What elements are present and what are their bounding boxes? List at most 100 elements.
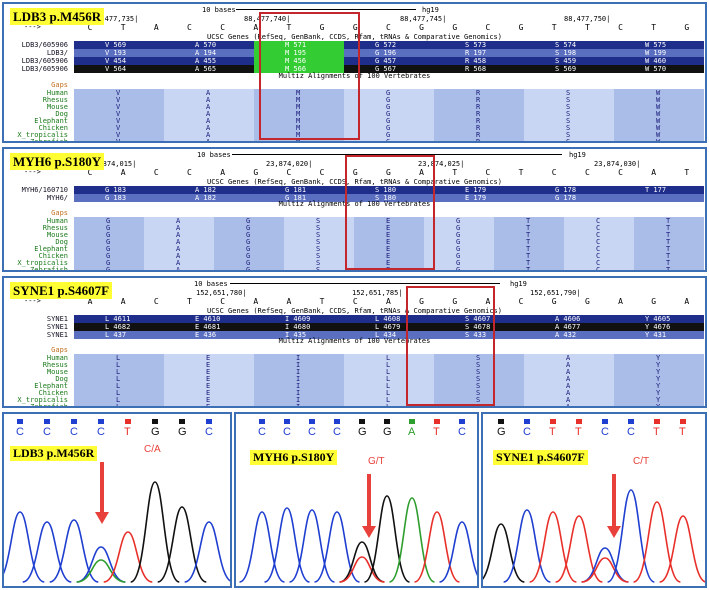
base-letter: G (651, 297, 657, 306)
codon-label: A 4606 (555, 315, 581, 323)
codon-label: A 570 (195, 41, 217, 49)
base-letter: T (551, 23, 557, 32)
amino-acid: A (566, 403, 571, 408)
codon-label: A 194 (195, 49, 217, 57)
gaps-label: Gaps (51, 209, 68, 217)
base-letter: C (220, 23, 226, 32)
codon-label: V 569 (105, 41, 127, 49)
base-letter: T (518, 168, 524, 177)
base-letter: T (120, 23, 126, 32)
codon-label: W 575 (645, 41, 667, 49)
amino-acid: T (666, 266, 671, 272)
base-letter: A (120, 297, 126, 306)
amino-acid: L (116, 403, 121, 408)
amino-acid: W (656, 138, 661, 143)
trace-peak-g (157, 506, 207, 583)
amino-acid: L (386, 403, 391, 408)
amino-acid: A (176, 266, 181, 272)
base-letter: A (684, 297, 690, 306)
mutation-highlight-box (259, 12, 360, 140)
base-letter: A (120, 168, 126, 177)
amino-acid: E (206, 403, 211, 408)
base-letter: G (253, 168, 259, 177)
trace-peak-g (130, 481, 180, 583)
base-letter: T (684, 168, 690, 177)
codon-label: S 573 (465, 41, 487, 49)
syne1-genome-panel: SYNE1 p.S4607F 10 bases hg19 152,651,780… (2, 276, 707, 408)
species-name: Zebrafish (30, 138, 68, 143)
trace-peak-g (483, 523, 525, 583)
gaps-label: Gaps (51, 81, 68, 89)
track-name: LDB3/605906 (21, 57, 68, 65)
codon-label: G 178 (555, 186, 577, 194)
codon-label: G 457 (375, 57, 397, 65)
track-name: MYH6/160710 (21, 186, 68, 194)
codon-label: L 4611 (105, 315, 131, 323)
base-letter: C (618, 23, 623, 32)
base-letter: C (386, 23, 391, 32)
genes-track-title: UCSC Genes (RefSeq, GenBank, CCDS, Rfam,… (206, 307, 502, 315)
codon-label: E 4610 (195, 315, 221, 323)
amino-acid: R (476, 138, 481, 143)
codon-label: W 460 (645, 57, 667, 65)
codon-label: I 4680 (285, 323, 311, 331)
codon-label: S 574 (555, 41, 577, 49)
gaps-label: Gaps (51, 346, 68, 354)
trace-peak-t (414, 511, 460, 583)
codon-label: E 4681 (195, 323, 221, 331)
amino-acid: G (456, 266, 461, 272)
base-letter: C (220, 297, 226, 306)
base-letter: T (651, 23, 657, 32)
gene-track-bar: V 569 A 570 M 571 G 572 S 573 S 574 W 575 (74, 41, 704, 49)
mutation-arrow-head (362, 526, 376, 538)
amino-acid: S (316, 266, 321, 272)
base-letter: A (153, 23, 159, 32)
gene-track-bar: L 4682 E 4681 I 4680 L 4679 S 4678 A 4677 Y 46… (74, 323, 704, 331)
track-name: LDB3/ (46, 49, 68, 57)
gene-label: SYNE1 p.S4607F (10, 282, 113, 299)
trace-peak-c (439, 521, 477, 583)
trace-peak-t (103, 531, 153, 583)
codon-label: L 4679 (375, 323, 401, 331)
codon-label: A 4677 (555, 323, 581, 331)
codon-label: G 196 (375, 49, 397, 57)
codon-label: W 199 (645, 49, 667, 57)
codon-label: V 193 (105, 49, 127, 57)
codon-label: R 197 (465, 49, 487, 57)
chromatogram-ldb3: CCCCTGGC LDB3 p.M456R C/A (2, 412, 232, 588)
amino-acid: S (566, 138, 571, 143)
base-letter: A (386, 297, 391, 306)
chromatogram-trace (239, 474, 477, 583)
amino-acid: V (116, 138, 121, 143)
base-letter: C (319, 168, 325, 177)
amino-acid: A (206, 138, 211, 143)
base-letter: C (153, 168, 159, 177)
base-letter: C (352, 297, 358, 306)
track-name: SYNE1 (46, 315, 68, 323)
codon-label: S 459 (555, 57, 577, 65)
mutation-arrow-head (95, 512, 109, 524)
base-letter: A (286, 297, 292, 306)
base-letter: C (187, 23, 192, 32)
codon-label: R 458 (465, 57, 487, 65)
multiz-title: Multiz Alignments of 100 Vertebrates (278, 337, 431, 345)
amino-acid: G (246, 266, 251, 272)
gene-label: MYH6 p.S180Y (10, 153, 105, 170)
base-letter: G (419, 23, 424, 32)
base-letter: A (618, 297, 623, 306)
codon-label: E 179 (465, 186, 487, 194)
amino-acid: T (526, 266, 531, 272)
base-letter: T (187, 297, 192, 306)
base-letter: C (153, 297, 159, 306)
base-letter: C (485, 168, 491, 177)
amino-acid: Y (656, 403, 661, 408)
base-letter: G (551, 297, 557, 306)
base-letter: T (319, 297, 325, 306)
codon-label: A 182 (195, 186, 217, 194)
base-letter: A (651, 168, 657, 177)
amino-acid: I (296, 403, 301, 408)
base-letter: C (485, 23, 491, 32)
base-letter: C (187, 168, 192, 177)
trace-peak-c (184, 521, 230, 583)
mutation-arrow-head (607, 526, 621, 538)
